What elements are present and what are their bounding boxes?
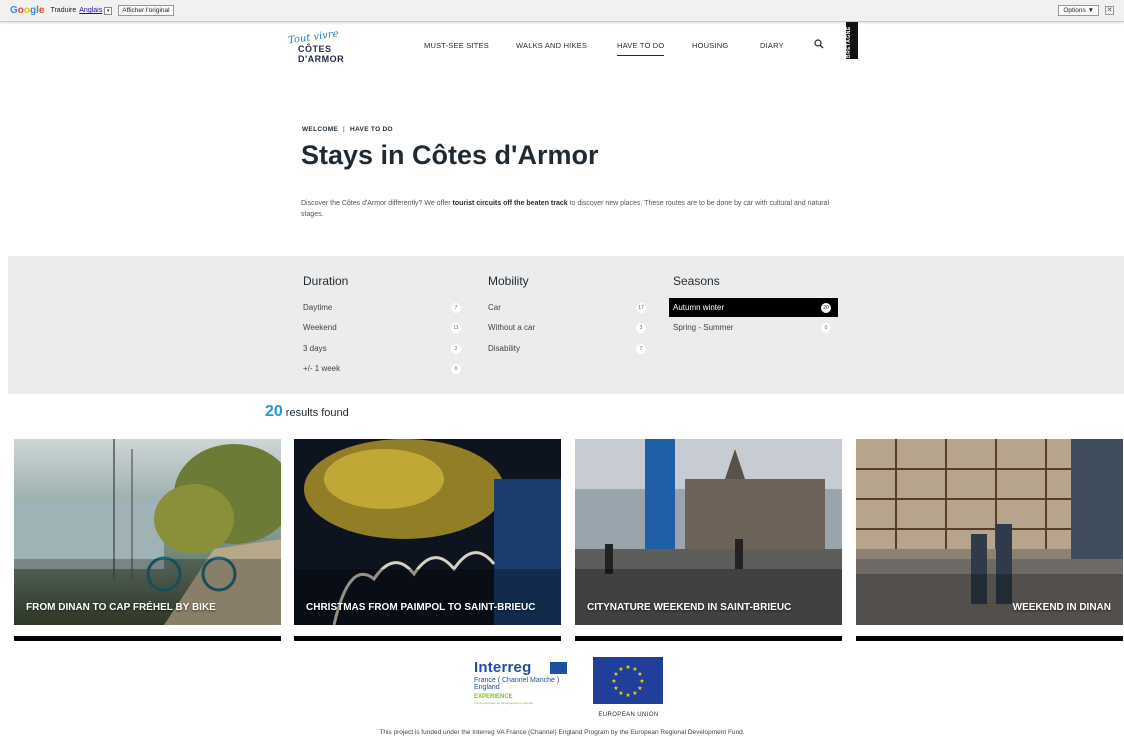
- card-image: [575, 439, 842, 625]
- count-badge: 17: [636, 302, 646, 313]
- breadcrumb-welcome[interactable]: WELCOME: [302, 126, 338, 133]
- filter-option[interactable]: Spring - Summer 0: [673, 318, 838, 337]
- breadcrumb-have-to-do[interactable]: HAVE TO DO: [350, 126, 393, 133]
- google-logo: Google: [10, 5, 45, 16]
- filter-option[interactable]: Weekend 11: [303, 318, 463, 337]
- site-header: Tout vivre CÔTES D'ARMOR MUST-SEE SITES …: [0, 22, 1124, 68]
- card-dinan-cap-frehel[interactable]: FROM DINAN TO CAP FRÉHEL BY BIKE: [14, 439, 281, 625]
- filter-option[interactable]: +/- 1 week 0: [303, 359, 463, 378]
- filter-option[interactable]: Daytime 7: [303, 298, 463, 317]
- card-christmas-paimpol[interactable]: CHRISTMAS FROM PAIMPOL TO SAINT-BRIEUC: [294, 439, 561, 625]
- svg-text:★: ★: [618, 666, 623, 673]
- filter-option[interactable]: Disability 7: [488, 339, 648, 358]
- nav-diary[interactable]: DIARY: [760, 41, 784, 50]
- translate-label: Traduire: [50, 7, 77, 14]
- card-title: WEEKEND IN DINAN: [1012, 602, 1111, 613]
- search-icon[interactable]: [814, 39, 824, 49]
- count-badge: 2: [451, 343, 461, 354]
- language-dropdown-icon[interactable]: ▾: [104, 6, 113, 15]
- nav-walks-and-hikes[interactable]: WALKS AND HIKES: [516, 41, 587, 50]
- card-image: [856, 439, 1123, 625]
- card-title: FROM DINAN TO CAP FRÉHEL BY BIKE: [26, 602, 216, 613]
- filter-option[interactable]: Car 17: [488, 298, 648, 317]
- breadcrumb: WELCOME | HAVE TO DO: [302, 126, 393, 133]
- results-count: 20 results found: [265, 403, 349, 420]
- intro-text: Discover the Côtes d'Armor differently? …: [301, 200, 830, 218]
- filters-panel: Duration Daytime 7 Weekend 11 3 days 2 +/- …: [8, 256, 1124, 394]
- translate-language-link[interactable]: Anglais: [79, 7, 102, 14]
- card-citynature-saint-brieuc[interactable]: CITYNATURE WEEKEND IN SAINT-BRIEUC: [575, 439, 842, 625]
- interreg-subtitle: France ( Channel Manche ) England: [474, 677, 560, 691]
- svg-text:★: ★: [639, 678, 644, 685]
- count-badge: 7: [636, 343, 646, 354]
- show-original-button[interactable]: Afficher l'original: [118, 5, 174, 16]
- interreg-fund: Fonds européen de développement régional: [474, 701, 533, 705]
- filter-duration-title: Duration: [303, 274, 349, 288]
- close-icon[interactable]: ✕: [1105, 6, 1114, 15]
- interreg-logo: Interreg France ( Channel Manche ) Engla…: [474, 659, 570, 711]
- card-underline: [856, 636, 1123, 641]
- svg-text:★: ★: [625, 692, 630, 699]
- bretagne-badge[interactable]: BRETAGNE: [846, 22, 858, 59]
- svg-text:★: ★: [637, 671, 642, 678]
- card-underline: [14, 636, 281, 641]
- card-underline: [294, 636, 561, 641]
- page-title: Stays in Côtes d'Armor: [301, 140, 599, 170]
- logo-brand: CÔTES D'ARMOR: [298, 44, 345, 64]
- count-badge: 0: [821, 322, 831, 333]
- card-image: [294, 439, 561, 625]
- filter-option-selected[interactable]: Autumn winter 20: [669, 298, 838, 317]
- filter-seasons-title: Seasons: [673, 274, 720, 288]
- count-badge: 7: [451, 302, 461, 313]
- svg-text:★: ★: [637, 685, 642, 692]
- filter-option[interactable]: Without a car 3: [488, 318, 648, 337]
- footer-note: This project is funded under the Interre…: [379, 729, 745, 736]
- interreg-experience: EXPERIENCE: [474, 694, 513, 700]
- nav-must-see-sites[interactable]: MUST-SEE SITES: [424, 41, 489, 50]
- count-badge: 0: [451, 363, 461, 374]
- translate-bar: Google Traduire Anglais ▾ Afficher l'ori…: [0, 0, 1124, 22]
- nav-housing[interactable]: HOUSING: [692, 41, 728, 50]
- nav-have-to-do[interactable]: HAVE TO DO: [617, 41, 665, 56]
- svg-text:★: ★: [611, 678, 616, 685]
- svg-text:★: ★: [632, 690, 637, 697]
- filter-option[interactable]: 3 days 2: [303, 339, 463, 358]
- eu-label: EUROPEAN UNION: [598, 712, 659, 718]
- card-weekend-dinan[interactable]: WEEKEND IN DINAN: [856, 439, 1123, 625]
- svg-text:★: ★: [618, 690, 623, 697]
- filter-mobility-title: Mobility: [488, 274, 529, 288]
- count-badge: 11: [451, 322, 461, 333]
- card-title: CHRISTMAS FROM PAIMPOL TO SAINT-BRIEUC: [306, 602, 536, 613]
- site-logo[interactable]: Tout vivre CÔTES D'ARMOR: [287, 29, 360, 64]
- options-button[interactable]: Options ▼: [1058, 5, 1099, 16]
- count-badge: 3: [636, 322, 646, 333]
- card-image: [14, 439, 281, 625]
- svg-text:★: ★: [613, 685, 618, 692]
- eu-logo: ★ ★ ★ ★ ★ ★ ★ ★ ★ ★ ★ ★ EUROPEAN UNION: [593, 657, 664, 718]
- card-underline: [575, 636, 842, 641]
- count-badge: 20: [821, 302, 831, 313]
- card-title: CITYNATURE WEEKEND IN SAINT-BRIEUC: [587, 602, 792, 613]
- eu-stars-icon: ★ ★★★ ★★★★ ★★★★: [593, 657, 663, 704]
- svg-text:★: ★: [625, 664, 630, 671]
- eu-flag-icon: [550, 662, 567, 674]
